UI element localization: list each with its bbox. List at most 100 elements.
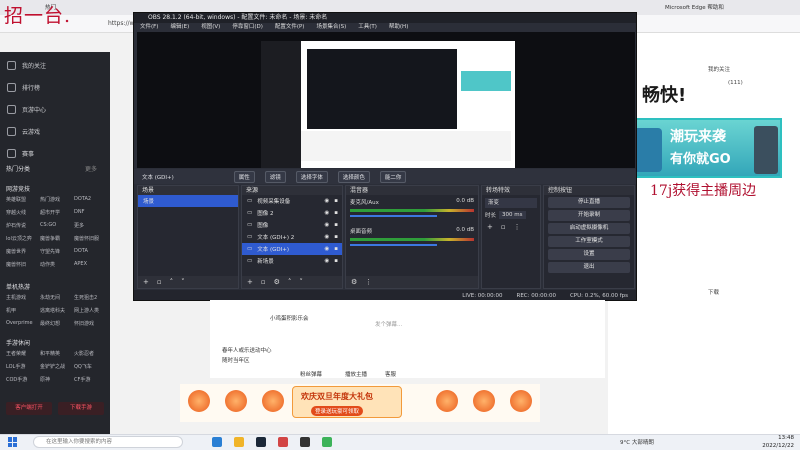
filters-button[interactable]: 滤镜: [264, 170, 286, 183]
trash-icon[interactable]: ▫: [261, 278, 266, 286]
anchor-tool[interactable]: 播放主播: [345, 370, 367, 378]
start-recording-button[interactable]: 开始录制: [548, 210, 630, 221]
category-link[interactable]: 和平精英: [40, 350, 74, 357]
lock-icon[interactable]: ▪: [334, 258, 338, 264]
client-open-button[interactable]: 客户端打开: [6, 402, 52, 415]
windows-start-icon[interactable]: [8, 437, 18, 447]
category-link[interactable]: 逃离塔科夫: [40, 307, 74, 314]
category-link[interactable]: 魔兽争霸: [40, 235, 74, 242]
category-link[interactable]: 魔兽怀旧: [6, 261, 40, 268]
eye-icon[interactable]: ◉: [324, 258, 329, 264]
add-icon[interactable]: +: [143, 278, 149, 286]
eye-icon[interactable]: ◉: [324, 234, 329, 240]
obs-preview[interactable]: [137, 32, 635, 168]
category-link[interactable]: CS:GO: [40, 222, 74, 229]
gift-icon[interactable]: [473, 390, 495, 412]
color-button[interactable]: 选择颜色: [337, 170, 370, 183]
sidebar-item-webgame[interactable]: 页游中心: [0, 98, 110, 120]
category-link[interactable]: LOL手游: [6, 363, 40, 370]
category-link[interactable]: 金铲铲之战: [40, 363, 74, 370]
properties-button[interactable]: 属性: [233, 170, 255, 183]
category-link[interactable]: CF手游: [74, 376, 108, 383]
category-link[interactable]: 穿越火线: [6, 209, 40, 216]
gift-icon[interactable]: [436, 390, 458, 412]
source-item[interactable]: ▭ 图像 ◉ ▪: [242, 219, 342, 231]
menu-icon[interactable]: ⋮: [365, 278, 372, 286]
steam-icon[interactable]: [256, 437, 266, 447]
obs-menu-item[interactable]: 编辑(E): [170, 23, 189, 32]
up-icon[interactable]: ˄: [288, 278, 292, 286]
obs-menu-item[interactable]: 视图(V): [201, 23, 220, 32]
category-link[interactable]: 最终幻想: [40, 320, 74, 327]
category-link[interactable]: 生死狙击2: [74, 294, 108, 301]
gift-icon[interactable]: [510, 390, 532, 412]
obs-menu-item[interactable]: 配置文件(P): [275, 23, 305, 32]
source-item[interactable]: ▭ 文本 (GDI+) 2 ◉ ▪: [242, 231, 342, 243]
category-link[interactable]: 热门游戏: [40, 196, 74, 203]
source-item[interactable]: ▭ 文本 (GDI+) ◉ ▪: [242, 243, 342, 255]
category-link[interactable]: DNF: [74, 209, 108, 216]
category-link[interactable]: lol云顶之弈: [6, 235, 40, 242]
app-icon[interactable]: [278, 437, 288, 447]
add-icon[interactable]: +: [247, 278, 253, 286]
category-link[interactable]: QQ飞车: [74, 363, 108, 370]
category-link[interactable]: 魔兽世界: [6, 248, 40, 255]
weather-widget[interactable]: 9°C 大部晴朗: [620, 438, 654, 446]
category-link[interactable]: DOTA2: [74, 196, 108, 203]
clock[interactable]: 13:48 2022/12/22: [742, 434, 794, 450]
down-icon[interactable]: ˅: [299, 278, 303, 286]
folder-icon[interactable]: [234, 437, 244, 447]
category-link[interactable]: 英雄联盟: [6, 196, 40, 203]
service-tool[interactable]: 客服: [385, 370, 396, 378]
transition-select[interactable]: 渐变: [485, 198, 537, 208]
category-link[interactable]: COD手游: [6, 376, 40, 383]
source-item[interactable]: ▭ 新场景 ◉ ▪: [242, 255, 342, 267]
lock-icon[interactable]: ▪: [334, 234, 338, 240]
extra-button[interactable]: 能二你: [379, 170, 407, 183]
category-link[interactable]: 原神: [40, 376, 74, 383]
stop-stream-button[interactable]: 停止直播: [548, 197, 630, 208]
category-link[interactable]: 怀旧游戏: [74, 320, 108, 327]
category-link[interactable]: 更多: [74, 222, 108, 229]
studio-mode-button[interactable]: 工作室模式: [548, 236, 630, 247]
virtual-camera-button[interactable]: 启动虚拟摄像机: [548, 223, 630, 234]
down-icon[interactable]: ˅: [181, 278, 185, 286]
category-link[interactable]: 火影忍者: [74, 350, 108, 357]
category-link[interactable]: 炉石传说: [6, 222, 40, 229]
obs-menu-item[interactable]: 工具(T): [358, 23, 377, 32]
sidebar-item-follow[interactable]: 我的关注: [0, 54, 110, 76]
eye-icon[interactable]: ◉: [324, 198, 329, 204]
follow-badge[interactable]: 我的关注: [708, 65, 730, 73]
taskbar-search[interactable]: 在这里输入你要搜索的内容: [33, 436, 183, 448]
up-icon[interactable]: ˄: [170, 278, 174, 286]
eye-icon[interactable]: ◉: [324, 210, 329, 216]
sidebar-item-esports[interactable]: 赛事: [0, 142, 110, 164]
more-link[interactable]: 更多: [85, 164, 97, 173]
category-link[interactable]: 主机游戏: [6, 294, 40, 301]
fan-danmaku-tool[interactable]: 粉丝弹幕: [300, 370, 322, 378]
add-icon[interactable]: +: [487, 223, 493, 231]
sidebar-item-cloud[interactable]: 云游戏: [0, 120, 110, 142]
scene-item[interactable]: 场景: [138, 195, 238, 207]
eye-icon[interactable]: ◉: [324, 222, 329, 228]
source-item[interactable]: ▭ 视频采集设备 ◉ ▪: [242, 195, 342, 207]
category-link[interactable]: 动作类: [40, 261, 74, 268]
edge-icon[interactable]: [212, 437, 222, 447]
obs-menu-item[interactable]: 场景集合(S): [316, 23, 346, 32]
lock-icon[interactable]: ▪: [334, 198, 338, 204]
obs-menu-item[interactable]: 停靠窗口(D): [232, 23, 263, 32]
volume-slider[interactable]: [350, 215, 437, 217]
tab-edge-help[interactable]: Microsoft Edge 帮助和: [665, 3, 724, 11]
category-link[interactable]: 机甲: [6, 307, 40, 314]
download-link[interactable]: 下载: [708, 288, 719, 296]
font-button[interactable]: 选择字体: [295, 170, 328, 183]
category-link[interactable]: DOTA: [74, 248, 108, 255]
category-link[interactable]: 魔兽怀旧服: [74, 235, 108, 242]
gear-icon[interactable]: ⚙: [351, 278, 357, 286]
lock-icon[interactable]: ▪: [334, 210, 338, 216]
source-item[interactable]: ▭ 图像 2 ◉ ▪: [242, 207, 342, 219]
category-link[interactable]: 王者荣耀: [6, 350, 40, 357]
category-link[interactable]: 永劫无间: [40, 294, 74, 301]
wechat-icon[interactable]: [322, 437, 332, 447]
settings-button[interactable]: 设置: [548, 249, 630, 260]
